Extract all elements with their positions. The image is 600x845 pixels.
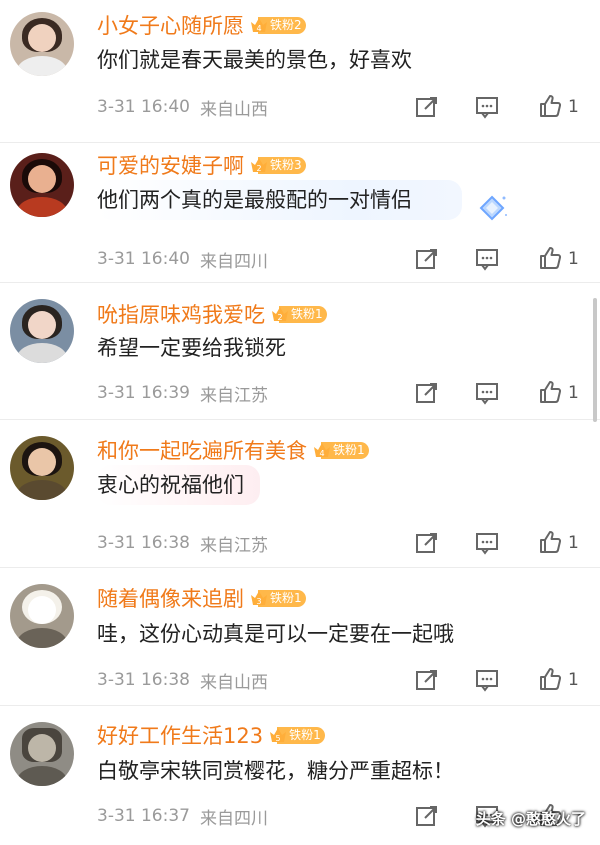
avatar[interactable] (10, 12, 74, 76)
username[interactable]: 和你一起吃遍所有美食 (97, 435, 307, 465)
crown-icon: 5 (269, 726, 287, 744)
avatar[interactable] (10, 584, 74, 648)
comment-text: 白敬亭宋轶同赏樱花，糖分严重超标！ (97, 759, 454, 783)
comment-item: 随着偶像来追剧 3 铁粉1 哇，这份心动真是可以一定要在一起哦 3-31 16:… (0, 568, 600, 706)
thumbs-up-icon[interactable] (538, 380, 562, 404)
fan-badge: 2 铁粉3 (250, 155, 306, 175)
share-icon[interactable] (415, 95, 439, 119)
comment-location: 来自四川 (199, 808, 268, 829)
avatar[interactable] (10, 299, 74, 363)
username[interactable]: 吮指原味鸡我爱吃 (97, 299, 265, 329)
comment-icon[interactable] (475, 381, 499, 405)
crown-icon: 4 (313, 441, 331, 459)
share-icon[interactable] (415, 247, 439, 271)
share-icon[interactable] (415, 381, 439, 405)
fan-badge: 2 铁粉1 (271, 304, 327, 324)
avatar[interactable] (10, 153, 74, 217)
watermark: 头条 @憨憨火了 (475, 810, 586, 828)
thumbs-up-icon[interactable] (538, 94, 562, 118)
comment-item: 吮指原味鸡我爱吃 2 铁粉1 希望一定要给我锁死 3-31 16:39 来自江苏… (0, 283, 600, 420)
comment-icon[interactable] (475, 247, 499, 271)
comment-time: 3-31 16:39 (97, 383, 190, 403)
fan-badge: 4 铁粉1 (313, 440, 369, 460)
like-count: 1 (568, 97, 579, 117)
comment-location: 来自江苏 (199, 535, 268, 556)
svg-text:4: 4 (256, 24, 261, 33)
comment-text: 希望一定要给我锁死 (97, 336, 286, 360)
fan-badge: 4 铁粉2 (250, 15, 306, 35)
share-icon[interactable] (415, 804, 439, 828)
share-icon[interactable] (415, 668, 439, 692)
comment-time: 3-31 16:40 (97, 97, 190, 117)
comment-item: 小女子心随所愿 4 铁粉2 你们就是春天最美的景色，好喜欢 3-31 16:40… (0, 0, 600, 143)
comment-icon[interactable] (475, 531, 499, 555)
avatar[interactable] (10, 436, 74, 500)
crown-icon: 2 (271, 305, 289, 323)
comment-item: 可爱的安婕子啊 2 铁粉3 他们两个真的是最般配的一对情侣 3-31 16:40… (0, 143, 600, 283)
comment-location: 来自四川 (199, 251, 268, 272)
avatar[interactable] (10, 722, 74, 786)
thumbs-up-icon[interactable] (538, 667, 562, 691)
username[interactable]: 小女子心随所愿 (97, 10, 244, 40)
svg-text:2: 2 (256, 164, 261, 173)
fan-badge: 3 铁粉1 (250, 588, 306, 608)
like-count: 1 (568, 249, 579, 269)
comment-location: 来自江苏 (199, 385, 268, 406)
comment-time: 3-31 16:37 (97, 806, 190, 826)
svg-text:5: 5 (276, 734, 281, 743)
comment-time: 3-31 16:38 (97, 533, 190, 553)
svg-text:2: 2 (277, 313, 282, 322)
comment-text: 他们两个真的是最般配的一对情侣 (97, 180, 462, 220)
comment-text: 你们就是春天最美的景色，好喜欢 (97, 48, 412, 72)
comment-time: 3-31 16:38 (97, 670, 190, 690)
svg-text:4: 4 (319, 449, 324, 458)
comment-location: 来自山西 (199, 99, 268, 120)
comment-text: 哇，这份心动真是可以一定要在一起哦 (97, 622, 454, 646)
fan-badge: 5 铁粉1 (269, 725, 325, 745)
comment-location: 来自山西 (199, 672, 268, 693)
comment-time: 3-31 16:40 (97, 249, 190, 269)
crown-icon: 2 (250, 156, 268, 174)
scrollbar[interactable] (593, 298, 597, 422)
crown-icon: 3 (250, 589, 268, 607)
share-icon[interactable] (415, 531, 439, 555)
comment-icon[interactable] (475, 95, 499, 119)
thumbs-up-icon[interactable] (538, 530, 562, 554)
svg-text:3: 3 (256, 597, 261, 606)
like-count: 1 (568, 533, 579, 553)
comment-icon[interactable] (475, 668, 499, 692)
crown-icon: 4 (250, 16, 268, 34)
comment-text: 衷心的祝福他们 (97, 465, 260, 505)
comment-list: 小女子心随所愿 4 铁粉2 你们就是春天最美的景色，好喜欢 3-31 16:40… (0, 0, 600, 845)
thumbs-up-icon[interactable] (538, 246, 562, 270)
like-count: 1 (568, 383, 579, 403)
comment-item: 和你一起吃遍所有美食 4 铁粉1 衷心的祝福他们 3-31 16:38 来自江苏… (0, 420, 600, 568)
username[interactable]: 随着偶像来追剧 (97, 583, 244, 613)
username[interactable]: 好好工作生活123 (97, 720, 263, 750)
diamond-icon (479, 195, 507, 221)
like-count: 1 (568, 670, 579, 690)
username[interactable]: 可爱的安婕子啊 (97, 150, 244, 180)
